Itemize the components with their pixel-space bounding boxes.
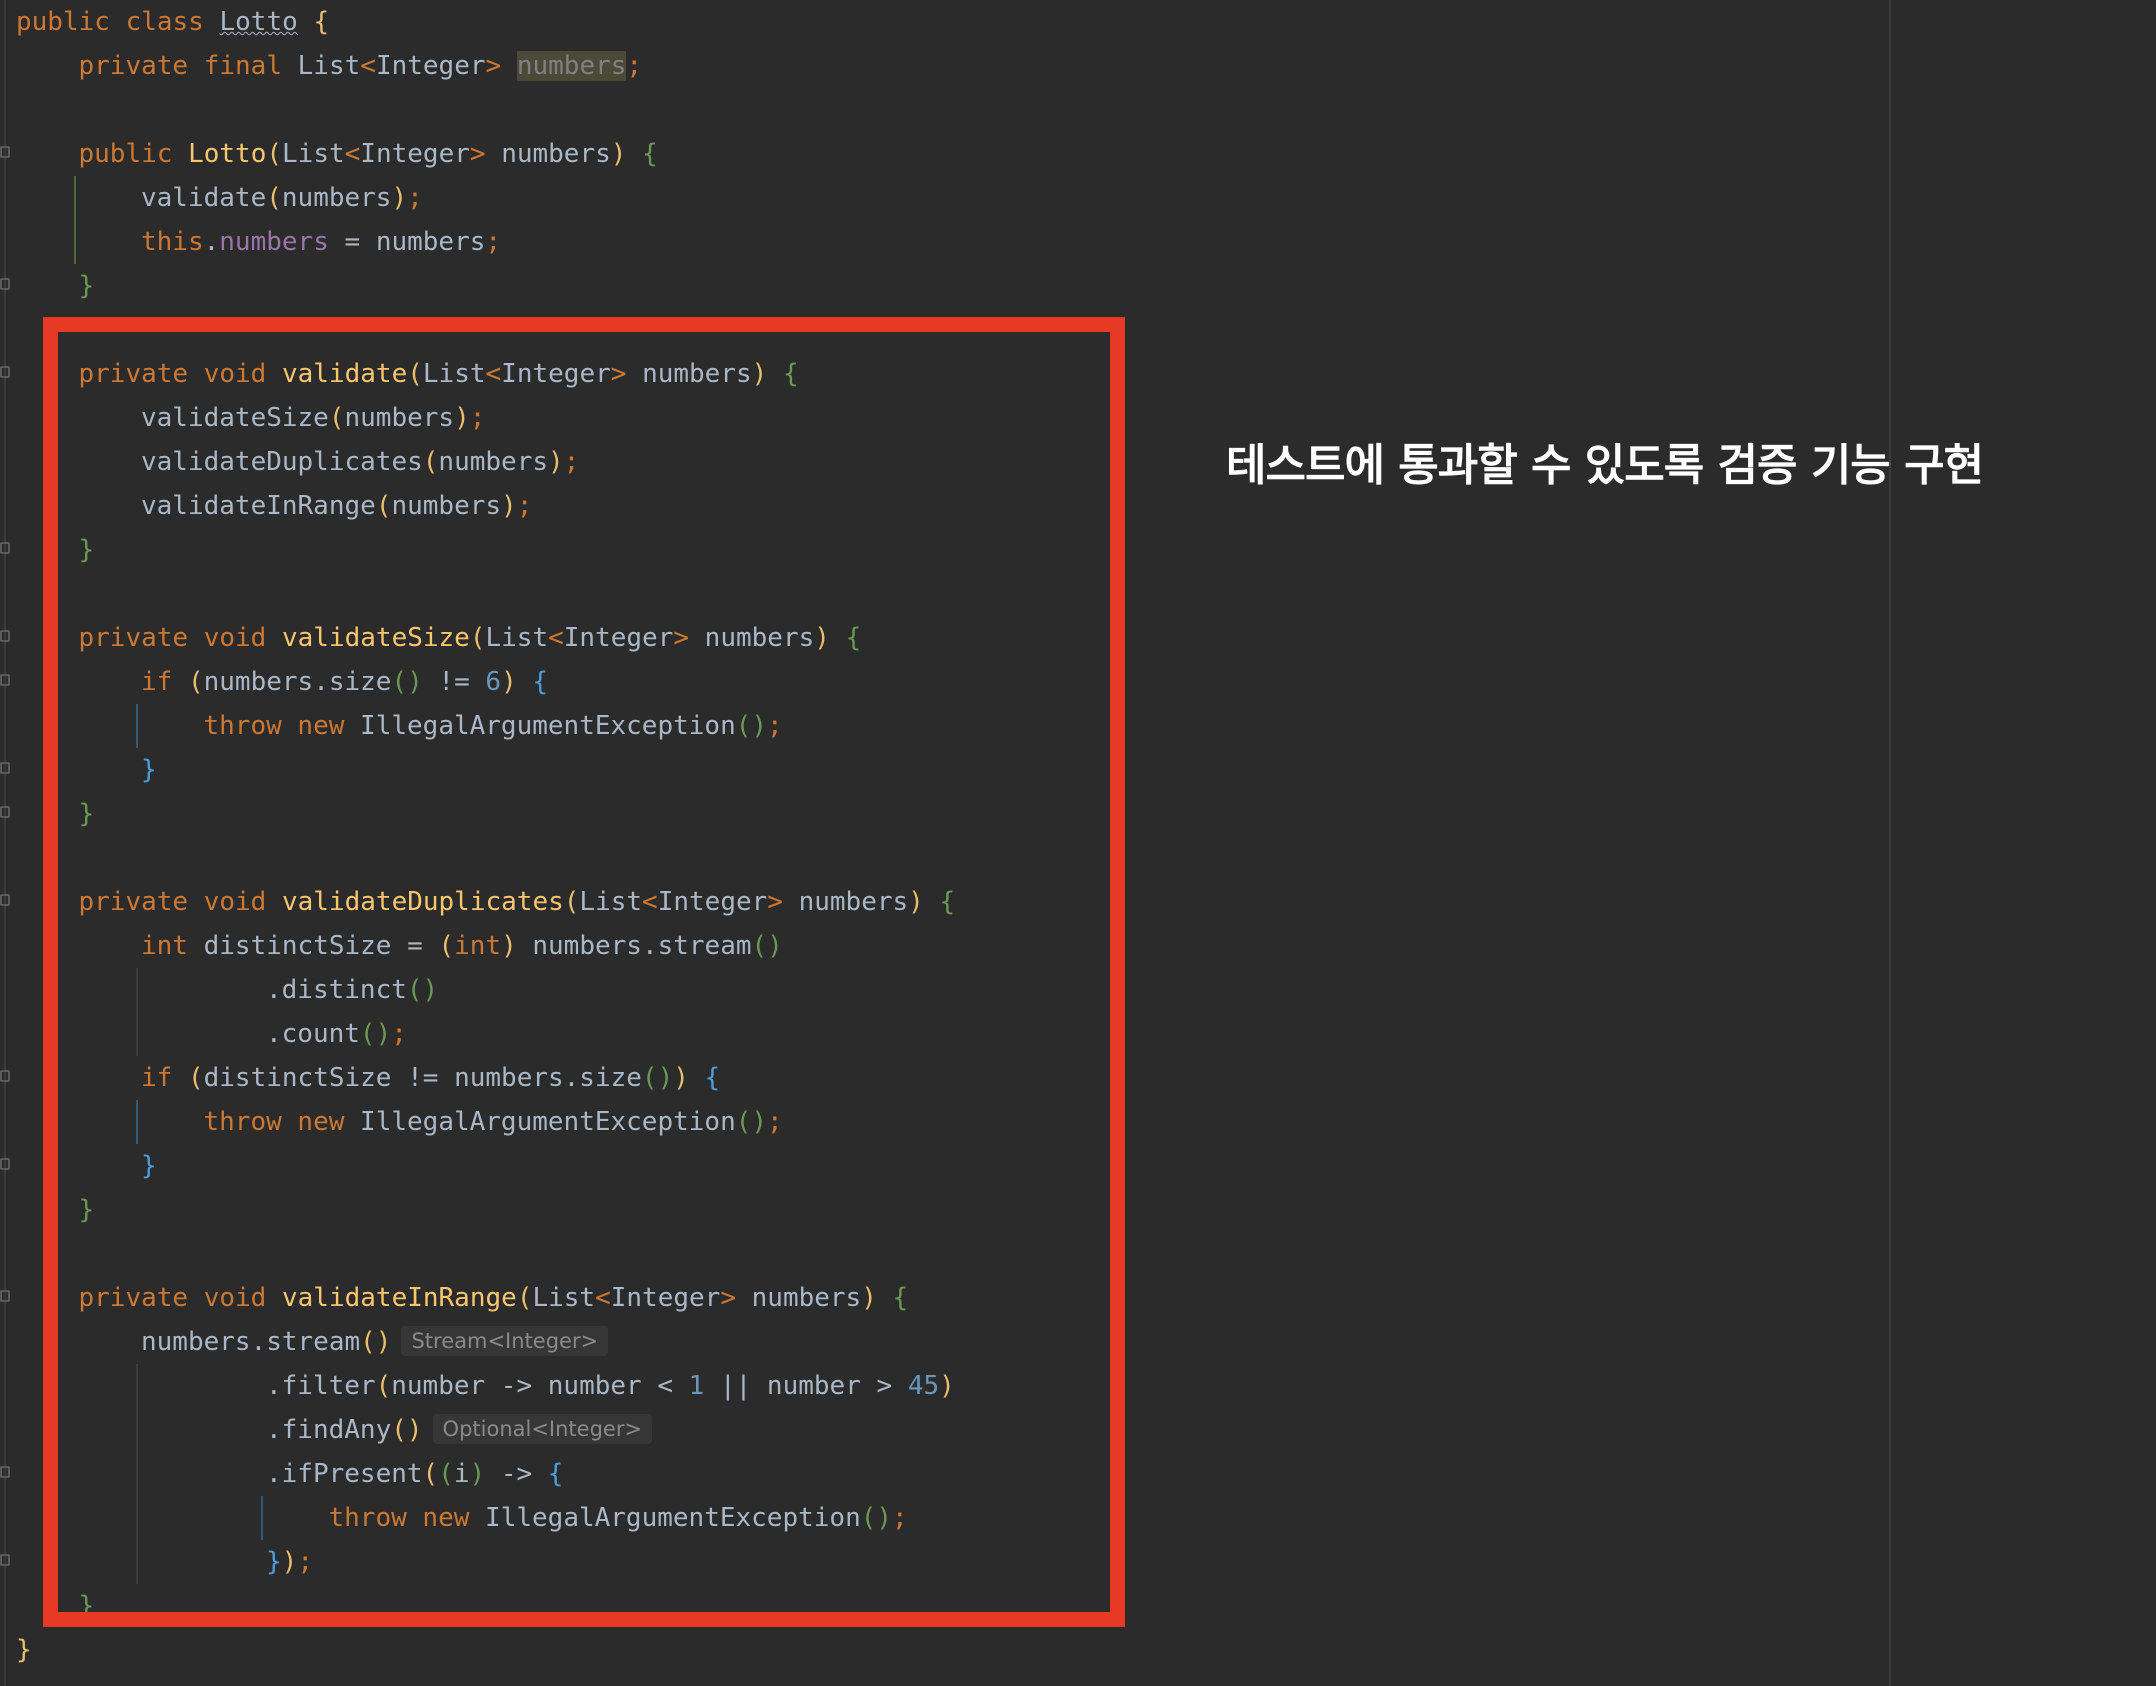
code-token: public	[78, 139, 189, 169]
code-token: <	[344, 139, 361, 169]
gutter-line	[4, 0, 6, 1686]
indent-guide	[74, 176, 76, 264]
code-line[interactable]: }	[79, 264, 95, 308]
code-line[interactable]: validate(numbers);	[141, 176, 423, 220]
code-token: private final	[78, 51, 298, 81]
code-token: <	[360, 51, 376, 81]
fold-icon[interactable]	[0, 1466, 10, 1478]
code-token: .	[203, 227, 220, 257]
code-token: )	[610, 139, 627, 169]
code-token: Lotto	[188, 139, 267, 169]
fold-icon[interactable]	[0, 762, 10, 774]
code-token: numbers	[281, 183, 392, 213]
code-line[interactable]: public class Lotto {	[16, 0, 329, 44]
right-margin-guide	[1889, 0, 1891, 1686]
code-token: numbers	[219, 227, 329, 257]
code-token: validate	[141, 183, 267, 213]
fold-icon[interactable]	[0, 1554, 10, 1566]
code-token: >	[469, 139, 502, 169]
fold-icon[interactable]	[0, 806, 10, 818]
code-line[interactable]: private final List<Integer> numbers;	[78, 44, 643, 88]
fold-icon[interactable]	[0, 1158, 10, 1170]
code-token: }	[78, 271, 95, 301]
code-token: {	[642, 139, 658, 169]
code-token: List	[297, 51, 361, 81]
code-line[interactable]: this.numbers = numbers;	[141, 220, 501, 264]
fold-icon[interactable]	[0, 278, 10, 290]
code-token: ;	[407, 183, 423, 213]
code-token: numbers	[516, 51, 627, 81]
code-token: public class	[16, 7, 220, 37]
fold-icon[interactable]	[0, 894, 10, 906]
code-token: (	[266, 183, 282, 213]
code-token: List	[282, 139, 345, 169]
fold-icon[interactable]	[0, 1290, 10, 1302]
fold-icon[interactable]	[0, 366, 10, 378]
editor-gutter	[0, 0, 14, 1686]
code-token: )	[391, 183, 408, 213]
fold-icon[interactable]	[0, 1070, 10, 1082]
code-token: this	[141, 227, 204, 257]
code-line[interactable]: public Lotto(List<Integer> numbers) {	[79, 132, 658, 176]
code-token: (	[266, 139, 283, 169]
code-token: numbers	[501, 139, 611, 169]
code-token: Integer	[375, 51, 486, 81]
code-token: >	[485, 51, 517, 81]
code-line[interactable]: }	[16, 1628, 32, 1672]
code-token: ;	[626, 51, 643, 81]
code-token: Lotto	[219, 7, 298, 37]
code-token: {	[313, 7, 330, 37]
fold-icon[interactable]	[0, 674, 10, 686]
fold-icon[interactable]	[0, 542, 10, 554]
code-token: Integer	[360, 139, 470, 169]
fold-icon[interactable]	[0, 630, 10, 642]
code-token: = numbers	[328, 227, 486, 257]
code-token: }	[16, 1635, 32, 1665]
code-token: ;	[485, 227, 502, 257]
fold-icon[interactable]	[0, 146, 10, 158]
annotation-text: 테스트에 통과할 수 있도록 검증 기능 구현	[1226, 440, 1984, 491]
highlight-box	[43, 317, 1125, 1627]
